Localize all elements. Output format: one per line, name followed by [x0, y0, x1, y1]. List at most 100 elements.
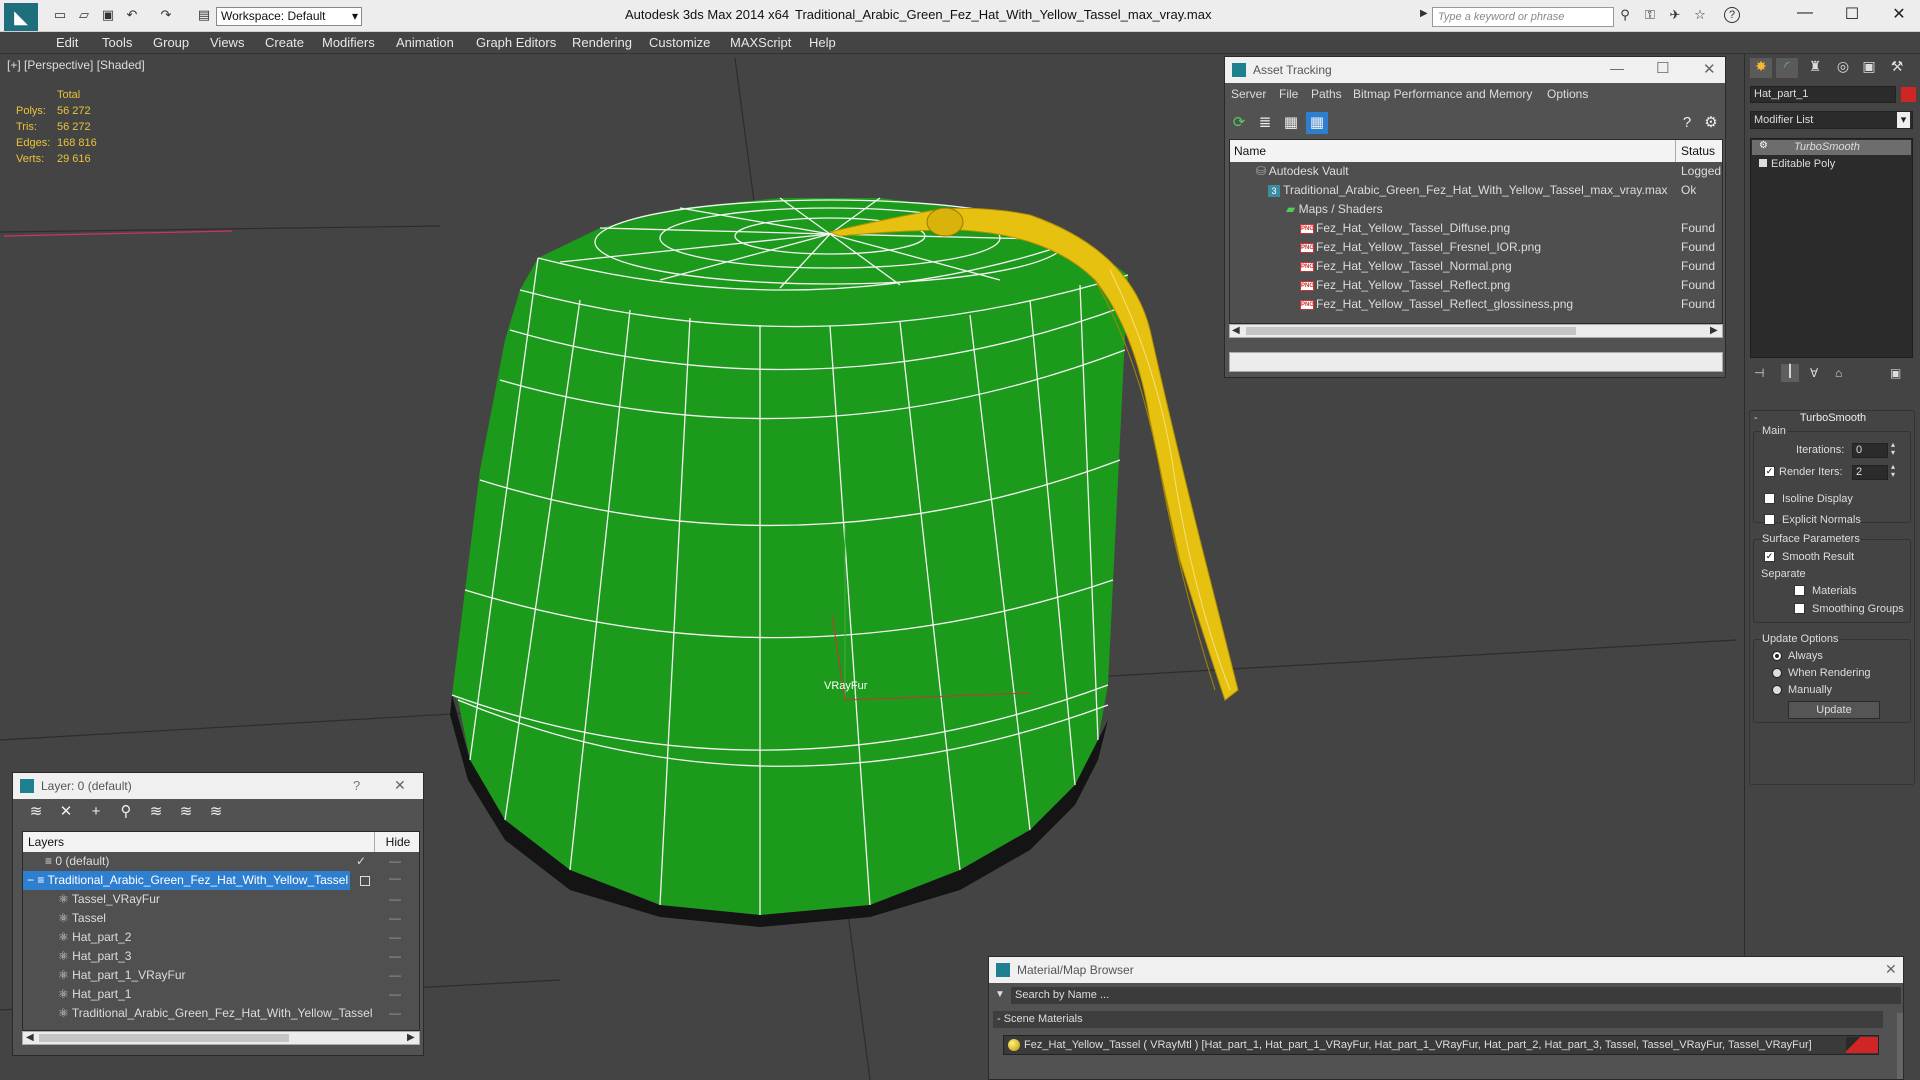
layer-row[interactable]: ⚛ Hat_part_1_VRayFur —	[23, 966, 419, 985]
hide-toggle[interactable]: —	[389, 871, 401, 885]
communication-icon[interactable]: ✈	[1667, 7, 1683, 23]
workspace-select[interactable]: Workspace: Default ▾	[216, 7, 362, 26]
highlight-layer-icon[interactable]: ≋	[145, 801, 167, 823]
render-iters-checkbox[interactable]: ✓	[1764, 466, 1775, 477]
asset-menu-file[interactable]: File	[1279, 87, 1298, 101]
browser-options-icon[interactable]: ▼	[995, 989, 1005, 1000]
scroll-thumb[interactable]	[1246, 327, 1576, 335]
list-view-icon[interactable]: ≣	[1254, 112, 1276, 134]
layer-row[interactable]: ⚛ Hat_part_2—	[23, 928, 419, 947]
always-radio[interactable]	[1772, 651, 1782, 661]
hide-toggle[interactable]: —	[389, 890, 401, 909]
new-file-icon[interactable]: ▭	[52, 7, 68, 23]
help-icon[interactable]: ?	[353, 778, 360, 793]
spinner-arrows-icon[interactable]: ▴ ▾	[1891, 441, 1895, 457]
maximize-icon[interactable]: ☐	[1837, 4, 1867, 24]
scroll-right-icon[interactable]: ▶	[407, 1032, 415, 1043]
menu-create[interactable]: Create	[265, 35, 304, 50]
scene-materials-header[interactable]: - Scene Materials	[993, 1011, 1883, 1028]
scroll-thumb[interactable]	[39, 1034, 289, 1042]
browser-vscrollbar[interactable]	[1897, 1013, 1903, 1079]
menu-group[interactable]: Group	[153, 35, 189, 50]
asset-row[interactable]: ▰ Maps / Shaders	[1230, 200, 1722, 219]
hide-toggle[interactable]: —	[389, 985, 401, 1004]
maximize-icon[interactable]: ☐	[1656, 59, 1669, 77]
asset-path-field[interactable]	[1229, 352, 1723, 372]
layer-manager-titlebar[interactable]: Layer: 0 (default)	[13, 773, 423, 799]
make-unique-icon[interactable]: ∀	[1810, 366, 1818, 380]
configure-sets-icon[interactable]: ▣	[1890, 366, 1901, 380]
asset-list[interactable]: Name Status ⛁ Autodesk VaultLogged O 3 T…	[1229, 139, 1723, 324]
menu-views[interactable]: Views	[210, 35, 244, 50]
collapse-icon[interactable]: −	[27, 873, 34, 887]
modifier-list-dropdown[interactable]: Modifier List ▾	[1750, 111, 1913, 129]
render-iters-spinner[interactable]: 2	[1852, 465, 1888, 480]
redo-icon[interactable]: ↷	[158, 7, 174, 23]
scroll-right-icon[interactable]: ▶	[1710, 325, 1718, 336]
close-icon[interactable]: ✕	[394, 777, 406, 794]
close-icon[interactable]: ✕	[1703, 60, 1716, 78]
grid-view-icon[interactable]: ▦	[1306, 112, 1328, 134]
layer-row[interactable]: ⚛ Hat_part_1—	[23, 985, 419, 1004]
hierarchy-tab-icon[interactable]: ♜	[1804, 58, 1826, 78]
freeze-all-icon[interactable]: ≋	[205, 801, 227, 823]
spinner-arrows-icon[interactable]: ▴ ▾	[1891, 463, 1895, 479]
material-row[interactable]: Fez_Hat_Yellow_Tassel ( VRayMtl ) [Hat_p…	[1003, 1035, 1879, 1055]
material-search-input[interactable]: Search by Name ...	[1011, 987, 1901, 1004]
hide-toggle[interactable]: —	[389, 966, 401, 985]
asset-hscrollbar[interactable]: ◀ ▶	[1229, 324, 1723, 338]
help-icon[interactable]: ?	[1676, 112, 1698, 134]
scroll-left-icon[interactable]: ◀	[26, 1032, 34, 1043]
object-color-swatch[interactable]	[1901, 87, 1916, 102]
asset-row[interactable]: PNG Fez_Hat_Yellow_Tassel_Reflect.png Foun…	[1230, 276, 1722, 295]
manually-radio[interactable]	[1772, 685, 1782, 695]
hide-toggle[interactable]: —	[389, 928, 401, 947]
search-arrow-icon[interactable]: ▶	[1420, 8, 1428, 19]
create-tab-icon[interactable]: ✸	[1750, 58, 1772, 78]
layer-visibility-box[interactable]	[360, 876, 370, 886]
isoline-display-checkbox[interactable]	[1764, 493, 1775, 504]
asset-row[interactable]: PNG Fez_Hat_Yellow_Tassel_Normal.png Found	[1230, 257, 1722, 276]
new-layer-icon[interactable]: ≋	[25, 801, 47, 823]
menu-tools[interactable]: Tools	[102, 35, 132, 50]
explicit-normals-checkbox[interactable]	[1764, 514, 1775, 525]
remove-modifier-icon[interactable]: ⌂	[1835, 366, 1842, 380]
hide-toggle[interactable]: —	[389, 852, 401, 871]
project-folder-icon[interactable]: ▤	[196, 7, 212, 23]
asset-row[interactable]: 3 Traditional_Arabic_Green_Fez_Hat_With_…	[1230, 181, 1722, 200]
hide-all-icon[interactable]: ≋	[175, 801, 197, 823]
update-button[interactable]: Update	[1788, 701, 1880, 719]
show-end-result-icon[interactable]: ┃	[1781, 364, 1799, 382]
hide-toggle[interactable]: —	[389, 909, 401, 928]
close-icon[interactable]: ✕	[1885, 961, 1897, 978]
select-objects-icon[interactable]: ⚲	[115, 801, 137, 823]
motion-tab-icon[interactable]: ◎	[1832, 58, 1854, 78]
undo-icon[interactable]: ↶	[124, 7, 140, 23]
asset-col-status[interactable]: Status	[1676, 140, 1722, 162]
modifier-stack[interactable]: TurboSmooth ⚙ Editable Poly	[1750, 138, 1913, 358]
asset-menu-paths[interactable]: Paths	[1311, 87, 1342, 101]
subscription-icon[interactable]: ⚿	[1642, 7, 1658, 23]
rollout-title[interactable]: TurboSmooth	[1750, 412, 1916, 424]
layers-col-header[interactable]: Layers	[23, 832, 375, 852]
table-view-icon[interactable]: ▦	[1280, 112, 1302, 134]
menu-customize[interactable]: Customize	[649, 35, 710, 50]
layer-row[interactable]: ⚛ Tassel —	[23, 909, 419, 928]
utilities-tab-icon[interactable]: ⚒	[1886, 58, 1908, 78]
layer-row-selected[interactable]: − ≡ Traditional_Arabic_Green_Fez_Hat_Wit…	[23, 871, 350, 890]
menu-maxscript[interactable]: MAXScript	[730, 35, 791, 50]
when-rendering-radio[interactable]	[1772, 668, 1782, 678]
asset-tracking-titlebar[interactable]: Asset Tracking	[1225, 57, 1725, 83]
menu-help[interactable]: Help	[809, 35, 836, 50]
expand-icon[interactable]	[1759, 159, 1767, 167]
viewport-label[interactable]: [+] [Perspective] [Shaded]	[7, 58, 145, 72]
hide-toggle[interactable]: —	[389, 947, 401, 966]
asset-menu-server[interactable]: Server	[1231, 87, 1266, 101]
asset-row[interactable]: PNG Fez_Hat_Yellow_Tassel_Diffuse.png Foun…	[1230, 219, 1722, 238]
minimize-icon[interactable]: —	[1610, 60, 1624, 76]
smoothing-groups-checkbox[interactable]	[1794, 603, 1805, 614]
help-search-input[interactable]: Type a keyword or phrase	[1432, 7, 1614, 27]
asset-row[interactable]: PNG Fez_Hat_Yellow_Tassel_Reflect_glossin…	[1230, 295, 1722, 314]
menu-modifiers[interactable]: Modifiers	[322, 35, 375, 50]
close-icon[interactable]: ✕	[1884, 4, 1914, 24]
